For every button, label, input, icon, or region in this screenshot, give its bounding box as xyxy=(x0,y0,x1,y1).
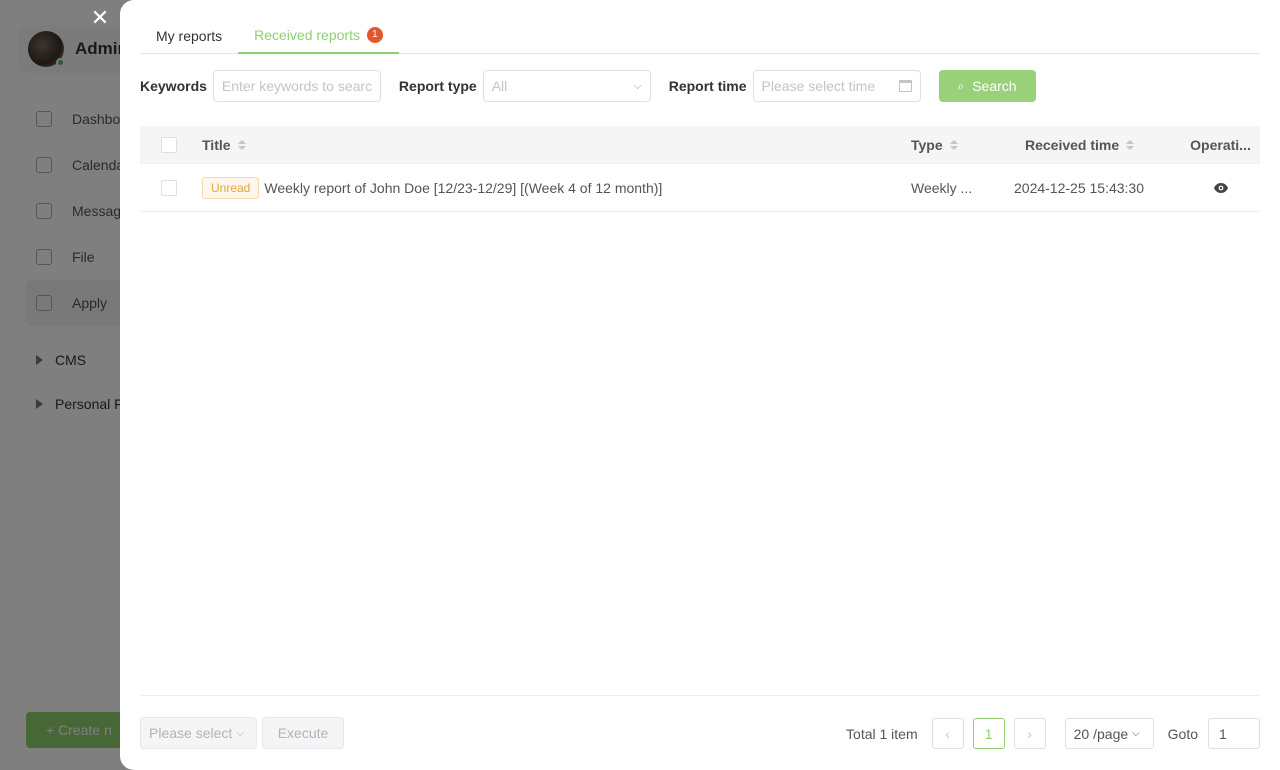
report-type-label: Report type xyxy=(398,78,477,94)
report-time-label: Report time xyxy=(668,78,747,94)
tab-label: Received reports xyxy=(254,27,360,43)
row-checkbox[interactable] xyxy=(161,179,177,196)
page-size-value: 20 /page xyxy=(1073,725,1129,742)
search-icon: ⌕ xyxy=(957,78,965,93)
pagination: Total 1 item ‹ 1 › 20 /page ⌵ Goto 1 xyxy=(846,718,1260,749)
keywords-input[interactable]: Enter keywords to search xyxy=(212,70,381,102)
count-badge: 1 xyxy=(366,27,383,43)
row-title[interactable]: Weekly report of John Doe [12/23-12/29] … xyxy=(264,180,662,196)
row-type-cell: Weekly ... xyxy=(911,180,1013,196)
goto-page-input[interactable]: 1 xyxy=(1208,718,1260,749)
reports-table: Title Type Received time Operati... Unre… xyxy=(140,126,1260,212)
column-title-label: Title xyxy=(202,136,231,153)
row-checkbox-cell xyxy=(140,179,202,196)
column-type[interactable]: Type xyxy=(911,137,1013,153)
search-button[interactable]: ⌕ Search xyxy=(938,70,1036,102)
column-received-time-label: Received time xyxy=(1025,136,1120,153)
column-received-time[interactable]: Received time xyxy=(1013,137,1181,153)
row-title-cell: Unread Weekly report of John Doe [12/23-1… xyxy=(202,176,911,199)
tab-received-reports[interactable]: Received reports 1 xyxy=(238,18,399,54)
table-footer: Please select ⌵ Execute Total 1 item ‹ 1 … xyxy=(140,695,1260,770)
prev-page-button[interactable]: ‹ xyxy=(931,718,964,749)
search-button-label: Search xyxy=(972,78,1017,94)
chevron-right-icon: › xyxy=(1027,725,1032,742)
chevron-down-icon: ⌵ xyxy=(1132,728,1140,739)
page-button[interactable]: 1 xyxy=(972,718,1005,749)
table-row[interactable]: Unread Weekly report of John Doe [12/23-1… xyxy=(140,164,1260,212)
close-icon[interactable]: ✕ xyxy=(88,6,112,30)
sort-icon[interactable] xyxy=(949,139,958,150)
batch-select-placeholder: Please select xyxy=(149,725,233,741)
report-type-select[interactable]: All ⌵ xyxy=(482,70,651,102)
calendar-icon xyxy=(898,80,912,92)
row-received-time: 2024-12-25 15:43:30 xyxy=(1014,179,1144,196)
batch-actions: Please select ⌵ Execute xyxy=(140,717,344,749)
view-eye-icon[interactable] xyxy=(1213,182,1228,193)
row-operation-cell xyxy=(1181,182,1260,193)
tab-bar: My reports Received reports 1 xyxy=(140,18,1260,54)
column-title[interactable]: Title xyxy=(202,137,911,153)
chevron-down-icon: ⌵ xyxy=(236,727,244,739)
report-time-placeholder: Please select time xyxy=(761,78,876,94)
row-time-cell: 2024-12-25 15:43:30 xyxy=(1013,180,1181,196)
header-checkbox-cell xyxy=(140,136,202,153)
reports-drawer: My reports Received reports 1 Keywords En… xyxy=(120,0,1280,770)
chevron-down-icon: ⌵ xyxy=(633,79,642,92)
sort-icon[interactable] xyxy=(237,139,246,150)
chevron-left-icon: ‹ xyxy=(945,725,950,742)
filter-bar: Keywords Enter keywords to search Report… xyxy=(140,70,1036,102)
keywords-label: Keywords xyxy=(140,78,207,94)
total-count: Total 1 item xyxy=(846,725,918,742)
column-operation-label: Operati... xyxy=(1190,136,1251,153)
select-all-checkbox[interactable] xyxy=(161,136,177,153)
tab-my-reports[interactable]: My reports xyxy=(140,18,238,54)
keywords-placeholder: Enter keywords to search xyxy=(221,78,372,94)
next-page-button[interactable]: › xyxy=(1013,718,1046,749)
batch-action-select[interactable]: Please select ⌵ xyxy=(140,717,257,749)
report-time-picker[interactable]: Please select time xyxy=(752,70,921,102)
report-type-value: All xyxy=(491,78,508,94)
unread-tag: Unread xyxy=(202,176,260,199)
page-size-select[interactable]: 20 /page ⌵ xyxy=(1064,718,1154,749)
column-operation: Operati... xyxy=(1181,137,1260,153)
goto-label: Goto xyxy=(1167,725,1198,742)
tab-label: My reports xyxy=(156,28,223,44)
row-type: Weekly ... xyxy=(911,179,973,196)
sort-icon[interactable] xyxy=(1126,139,1135,150)
execute-button[interactable]: Execute xyxy=(262,717,344,749)
table-header: Title Type Received time Operati... xyxy=(140,126,1260,164)
column-type-label: Type xyxy=(911,136,943,153)
